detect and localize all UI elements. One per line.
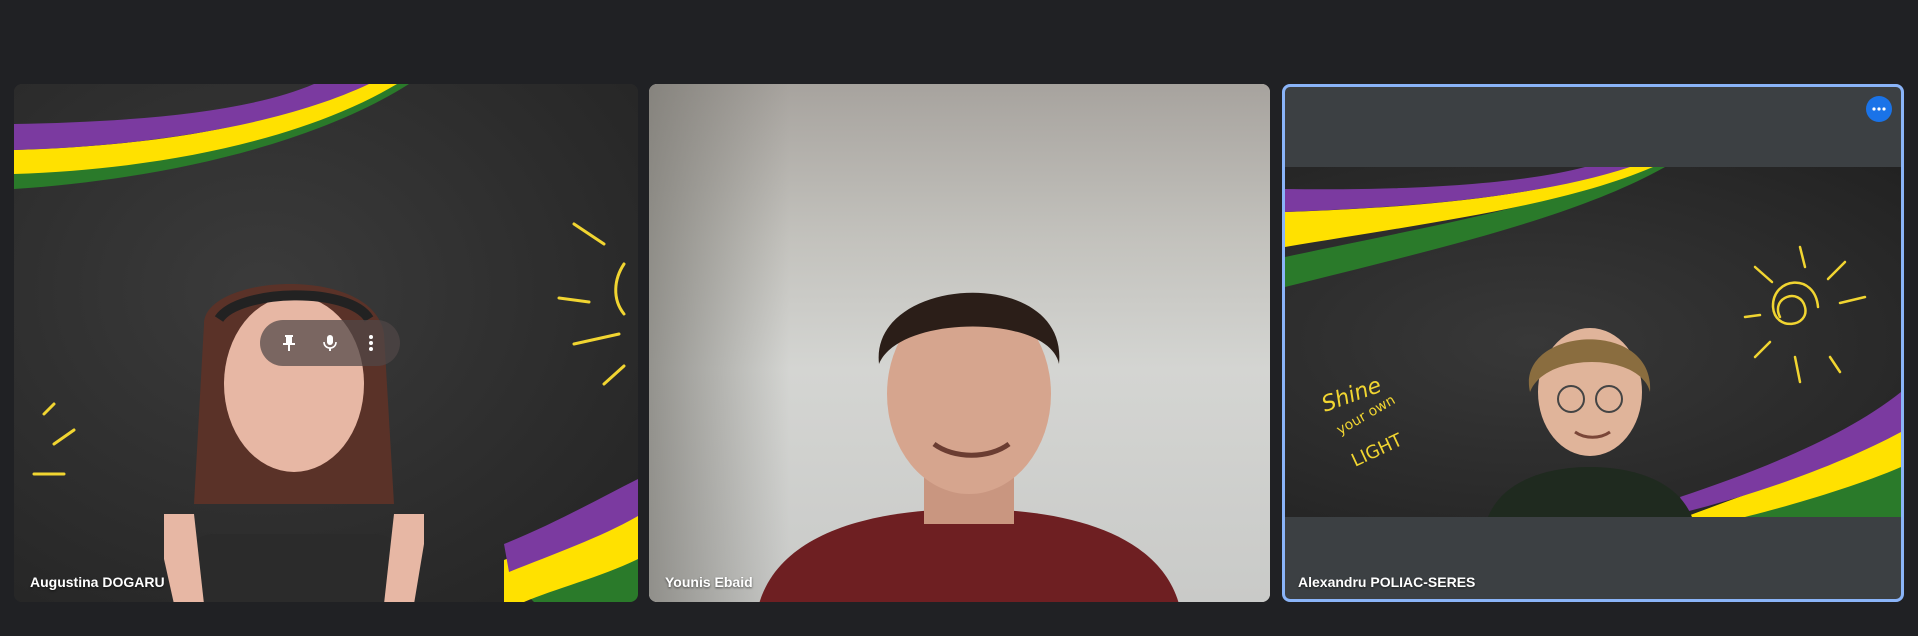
tile-controls (260, 320, 400, 366)
participant-name: Younis Ebaid (665, 574, 753, 590)
more-vertical-icon (369, 335, 374, 351)
participant-video-2 (759, 292, 1179, 602)
participant-tile-3[interactable]: Shine your own LIGHT Alexandru POLIAC-SE… (1282, 84, 1904, 602)
pin-button[interactable] (272, 326, 306, 360)
participant-name: Alexandru POLIAC-SERES (1298, 574, 1476, 590)
participant-video-3: Shine your own LIGHT (1285, 167, 1901, 517)
pin-icon (282, 335, 295, 351)
microphone-button[interactable] (313, 326, 347, 360)
participant-name: Augustina DOGARU (30, 574, 165, 590)
more-options-button[interactable] (354, 326, 388, 360)
more-horizontal-icon (1872, 107, 1886, 111)
microphone-icon (323, 335, 337, 351)
meeting-grid: Augustina DOGARU Younis Ebaid Shine your… (0, 0, 1918, 636)
participant-video-1 (164, 284, 424, 602)
participant-tile-2[interactable]: Younis Ebaid (649, 84, 1270, 602)
participant-figure-3 (1488, 328, 1692, 517)
light-text: LIGHT (1348, 429, 1407, 471)
participant-tile-1[interactable]: Augustina DOGARU (14, 84, 638, 602)
tile-more-options-button[interactable] (1866, 96, 1892, 122)
